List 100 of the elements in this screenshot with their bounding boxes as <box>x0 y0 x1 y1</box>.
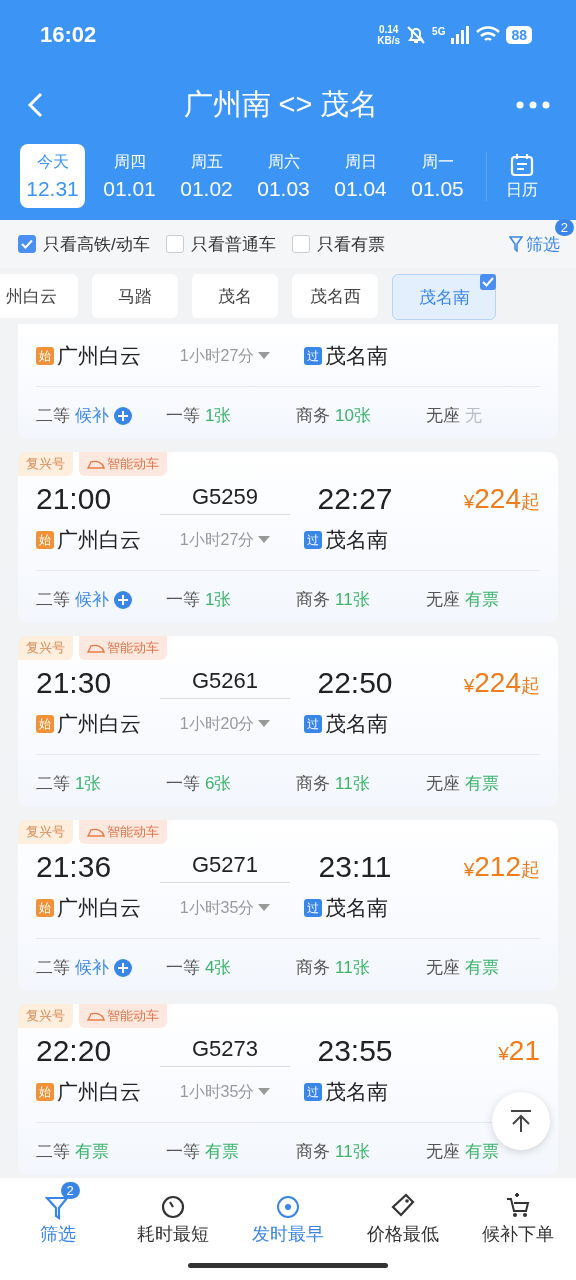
filter-checkbox[interactable]: 只看普通车 <box>165 232 276 256</box>
seat-availability: 1张 <box>205 589 232 611</box>
train-card[interactable]: 复兴号 智能动车 22:20 G5273 23:55 ¥21 始 广州白云 1小时35分 过 茂名南 二等 有票 一等 有票 商务 11张 无座 有票 <box>18 1004 558 1175</box>
tag-label: 智能动车 <box>107 1007 159 1025</box>
train-number: G5261 <box>160 667 290 699</box>
battery-indicator: 88 <box>506 26 532 44</box>
arrival-time: 22:50 <box>316 666 394 700</box>
station-chip[interactable]: 马踏 <box>92 274 178 318</box>
duration-toggle[interactable]: 1小时35分 <box>160 897 290 919</box>
date-tab[interactable]: 周日 01.04 <box>328 144 393 208</box>
add-icon[interactable] <box>114 590 132 609</box>
seat-availability: 11张 <box>335 773 370 795</box>
destination-station: 茂名南 <box>325 1079 388 1105</box>
origin-station: 广州白云 <box>57 711 141 737</box>
station-chip[interactable]: 州白云 <box>0 274 78 318</box>
date-tab[interactable]: 周一 01.05 <box>405 144 470 208</box>
seat-availability: 11张 <box>335 957 370 979</box>
origin-station: 广州白云 <box>57 527 141 553</box>
caret-icon <box>258 720 271 728</box>
seat-class: 一等 <box>166 957 200 979</box>
seat-class: 商务 <box>296 589 330 611</box>
train-tag: 复兴号 <box>18 452 73 476</box>
more-icon[interactable] <box>516 101 550 109</box>
caret-icon <box>258 904 271 912</box>
add-icon[interactable] <box>114 406 132 425</box>
station-chip[interactable]: 茂名南 <box>392 274 496 320</box>
duration-toggle[interactable]: 1小时27分 <box>160 345 290 367</box>
signal-icon <box>450 26 471 44</box>
origin-tag: 始 <box>36 347 54 365</box>
arrival-time: 23:55 <box>316 1034 394 1068</box>
seat-availability: 11张 <box>335 589 370 611</box>
seat-class: 一等 <box>166 589 200 611</box>
train-number: G5259 <box>160 483 290 515</box>
tag-label: 智能动车 <box>107 823 159 841</box>
check-icon <box>20 237 34 251</box>
train-card[interactable]: 始 广州白云 1小时27分 过 茂名南 二等 候补 一等 1张 商务 10张 无座 无 <box>18 324 558 439</box>
sort-tab[interactable]: 候补下单 <box>468 1182 569 1246</box>
pass-tag: 过 <box>304 899 322 917</box>
status-time: 16:02 <box>40 22 97 48</box>
caret-icon <box>258 1088 271 1096</box>
train-number: G5271 <box>160 851 290 883</box>
train-card[interactable]: 复兴号 智能动车 21:30 G5261 22:50 ¥224起 始 广州白云 1小时20分 过 茂名南 二等 1张 一等 6张 商务 11张 无座 有票 <box>18 636 558 807</box>
arrival-time: 22:27 <box>316 482 394 516</box>
tag-label: 智能动车 <box>107 639 159 657</box>
seat-availability: 6张 <box>205 773 232 795</box>
seat-class: 商务 <box>296 405 330 427</box>
caret-icon <box>258 536 271 544</box>
sort-tab[interactable]: 发时最早 <box>237 1182 338 1246</box>
train-icon <box>87 827 105 837</box>
duration-toggle[interactable]: 1小时20分 <box>160 713 290 735</box>
price: ¥21 <box>497 1035 540 1067</box>
train-card[interactable]: 复兴号 智能动车 21:36 G5271 23:11 ¥212起 始 广州白云 1小时35分 过 茂名南 二等 候补 一等 4张 商务 11张 无座 有票 <box>18 820 558 991</box>
check-icon <box>480 274 496 290</box>
origin-tag: 始 <box>36 715 54 733</box>
add-icon[interactable] <box>114 958 132 977</box>
pass-tag: 过 <box>304 531 322 549</box>
seat-availability: 候补 <box>75 957 109 979</box>
calendar-button[interactable]: 日历 <box>486 151 557 201</box>
calendar-icon <box>509 151 535 178</box>
train-number: G5273 <box>160 1035 290 1067</box>
seat-class: 二等 <box>36 773 70 795</box>
seat-availability: 候补 <box>75 405 109 427</box>
seat-class: 无座 <box>426 957 460 979</box>
speed-unit: KB/s <box>377 35 401 46</box>
train-card[interactable]: 复兴号 智能动车 21:00 G5259 22:27 ¥224起 始 广州白云 1小时27分 过 茂名南 二等 候补 一等 1张 商务 11张 无座 有票 <box>18 452 558 623</box>
origin-tag: 始 <box>36 531 54 549</box>
seat-class: 商务 <box>296 773 330 795</box>
sort-tab[interactable]: 2 筛选 <box>7 1182 108 1246</box>
sort-tab[interactable]: 价格最低 <box>353 1182 454 1246</box>
seat-availability: 有票 <box>465 773 499 795</box>
departure-time: 21:30 <box>36 666 113 700</box>
seat-availability: 有票 <box>465 957 499 979</box>
arrival-time: 23:11 <box>317 850 393 884</box>
station-chip[interactable]: 茂名西 <box>292 274 378 318</box>
seat-availability: 无 <box>465 405 482 427</box>
seat-class: 无座 <box>426 589 460 611</box>
origin-tag: 始 <box>36 1083 54 1101</box>
seat-class: 二等 <box>36 957 70 979</box>
date-tab[interactable]: 周五 01.02 <box>174 144 239 208</box>
filter-checkbox[interactable]: 只看高铁/动车 <box>18 232 150 256</box>
train-tag: 复兴号 <box>18 1004 73 1028</box>
date-tab[interactable]: 周四 01.01 <box>97 144 162 208</box>
duration-toggle[interactable]: 1小时27分 <box>160 529 290 551</box>
filter-checkbox[interactable]: 只看有票 <box>291 232 385 256</box>
origin-station: 广州白云 <box>57 343 141 369</box>
station-chip[interactable]: 茂名 <box>192 274 278 318</box>
pass-tag: 过 <box>304 347 322 365</box>
train-icon <box>87 643 105 653</box>
tag-label: 智能动车 <box>107 455 159 473</box>
seat-class: 二等 <box>36 589 70 611</box>
price: ¥224起 <box>462 667 540 699</box>
destination-station: 茂名南 <box>325 527 388 553</box>
origin-station: 广州白云 <box>57 895 141 921</box>
train-icon <box>87 459 105 469</box>
sort-tab[interactable]: 耗时最短 <box>122 1182 223 1246</box>
date-tab[interactable]: 周六 01.03 <box>251 144 316 208</box>
duration-toggle[interactable]: 1小时35分 <box>160 1081 290 1103</box>
date-tab[interactable]: 今天 12.31 <box>20 144 85 208</box>
seat-availability: 11张 <box>335 1141 370 1163</box>
pass-tag: 过 <box>304 1083 322 1101</box>
